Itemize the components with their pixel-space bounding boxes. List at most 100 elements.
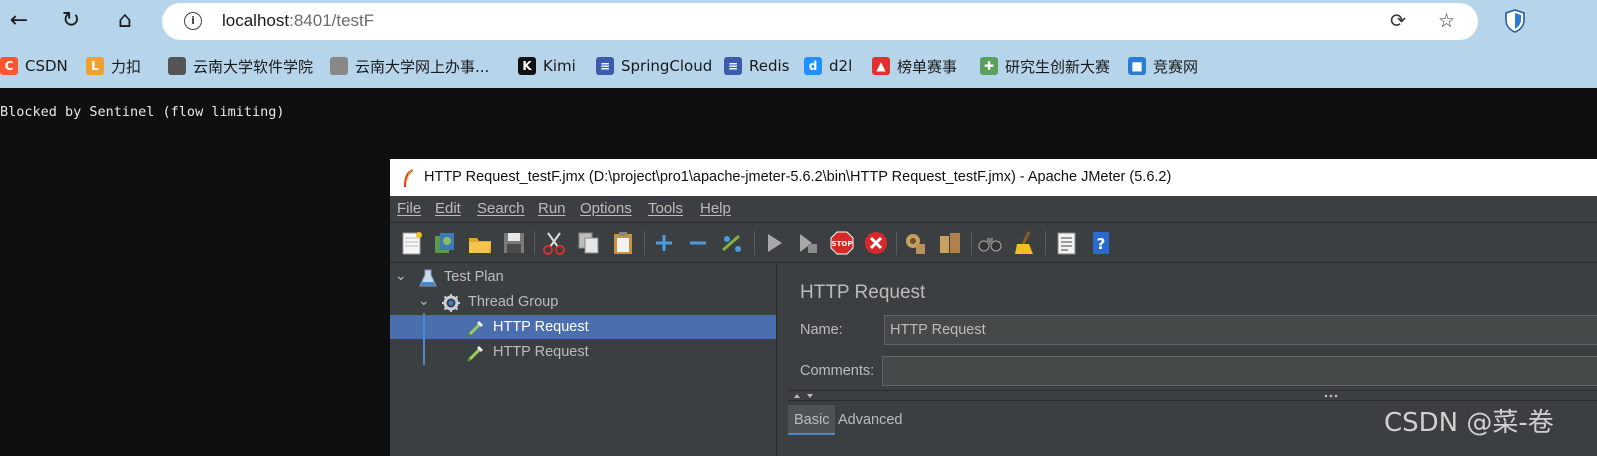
section-divider[interactable] bbox=[788, 390, 1597, 401]
back-arrow-icon[interactable]: ← bbox=[4, 6, 34, 36]
copy-icon[interactable] bbox=[576, 230, 602, 256]
url-text[interactable]: localhost:8401/testF bbox=[222, 11, 374, 31]
bookmark-label: 云南大学网上办事... bbox=[355, 57, 490, 76]
puzzle-icon: ✚ bbox=[980, 57, 998, 75]
tree-node-http-request[interactable]: HTTP Request bbox=[390, 340, 776, 364]
svg-text:?: ? bbox=[1097, 235, 1106, 253]
start-no-pauses-icon[interactable] bbox=[795, 230, 821, 256]
paste-icon[interactable] bbox=[610, 230, 636, 256]
new-plan-icon[interactable] bbox=[399, 230, 425, 256]
bookmark-label: 云南大学软件学院 bbox=[193, 57, 314, 76]
comments-field[interactable] bbox=[882, 356, 1597, 386]
drag-handle-icon[interactable] bbox=[1324, 394, 1338, 398]
window-title: HTTP Request_testF.jmx (D:\project\pro1\… bbox=[424, 169, 1172, 185]
panel-title: HTTP Request bbox=[800, 282, 926, 303]
cube-icon: ■ bbox=[1128, 57, 1146, 75]
name-label: Name: bbox=[800, 322, 843, 338]
function-helper-icon[interactable] bbox=[1053, 230, 1079, 256]
bookmark-label: SpringCloud bbox=[621, 57, 713, 75]
bookmark-item[interactable]: ▲ 榜单赛事 bbox=[872, 55, 957, 77]
remote-start-icon[interactable] bbox=[902, 230, 928, 256]
search-binoculars-icon[interactable] bbox=[977, 230, 1003, 256]
menu-search[interactable]: Search bbox=[477, 200, 525, 217]
pane-splitter[interactable] bbox=[776, 264, 777, 456]
remote-stop-icon[interactable] bbox=[937, 230, 963, 256]
collapse-arrows-icon[interactable] bbox=[792, 392, 818, 400]
tree-label: HTTP Request bbox=[493, 344, 589, 360]
sentinel-message: Blocked by Sentinel (flow limiting) bbox=[0, 104, 285, 120]
shutdown-icon[interactable] bbox=[863, 230, 889, 256]
bookmark-label: 力扣 bbox=[111, 57, 142, 76]
tab-advanced[interactable]: Advanced bbox=[832, 405, 909, 435]
doc-icon: ≡ bbox=[724, 57, 742, 75]
d2l-icon: d bbox=[804, 57, 822, 75]
bookmark-item[interactable]: ■ 竞赛网 bbox=[1128, 55, 1198, 77]
toolbar-separator bbox=[971, 231, 972, 255]
bookmark-item[interactable]: C CSDN bbox=[0, 55, 68, 77]
kimi-icon: K bbox=[518, 57, 536, 75]
site-info-icon[interactable]: i bbox=[184, 12, 202, 30]
menu-edit[interactable]: Edit bbox=[435, 200, 461, 217]
test-plan-tree: ⌄ Test Plan ⌄ Thread Group HTTP Request … bbox=[390, 264, 776, 456]
bookmark-label: Kimi bbox=[543, 57, 576, 75]
templates-icon[interactable] bbox=[432, 230, 458, 256]
pipette-sampler-icon bbox=[467, 345, 484, 362]
favorite-star-icon[interactable]: ☆ bbox=[1438, 10, 1455, 32]
clear-broom-icon[interactable] bbox=[1011, 230, 1037, 256]
start-icon[interactable] bbox=[761, 230, 787, 256]
menu-help[interactable]: Help bbox=[700, 200, 731, 217]
cut-icon[interactable] bbox=[541, 230, 567, 256]
tab-basic[interactable]: Basic bbox=[788, 405, 836, 435]
bookmark-item[interactable]: ≡ Redis bbox=[724, 55, 789, 77]
shield-extension-icon[interactable] bbox=[1504, 9, 1526, 33]
bookmark-item[interactable]: ✚ 研究生创新大赛 bbox=[980, 55, 1110, 77]
menu-options[interactable]: Options bbox=[580, 200, 632, 217]
bookmark-label: 研究生创新大赛 bbox=[1005, 57, 1111, 76]
collapse-all-icon[interactable] bbox=[685, 230, 711, 256]
toolbar-separator bbox=[1045, 231, 1046, 255]
browser-toolbar: ← ↻ ⌂ i localhost:8401/testF ⟳ ☆ C CSDN L 力… bbox=[0, 0, 1597, 88]
toolbar-separator bbox=[644, 231, 645, 255]
chevron-down-icon[interactable]: ⌄ bbox=[395, 267, 407, 284]
bookmark-item[interactable]: ≡ SpringCloud bbox=[596, 55, 712, 77]
menu-tools[interactable]: Tools bbox=[648, 200, 683, 217]
bookmark-item[interactable]: K Kimi bbox=[518, 55, 576, 77]
chevron-down-icon[interactable]: ⌄ bbox=[418, 292, 430, 309]
bookmark-item[interactable]: d d2l bbox=[804, 55, 852, 77]
open-folder-icon[interactable] bbox=[467, 230, 493, 256]
jmeter-feather-icon bbox=[404, 168, 413, 187]
leetcode-icon: L bbox=[86, 57, 104, 75]
menu-run[interactable]: Run bbox=[538, 200, 566, 217]
stop-icon[interactable]: STOP bbox=[829, 230, 855, 256]
menu-bar: File Edit Search Run Options Tools Help bbox=[390, 196, 1597, 223]
test-plan-flask-icon bbox=[419, 269, 437, 287]
pipette-sampler-icon bbox=[467, 320, 484, 337]
bookmark-item[interactable]: L 力扣 bbox=[86, 55, 141, 77]
window-title-bar[interactable]: HTTP Request_testF.jmx (D:\project\pro1\… bbox=[390, 159, 1597, 196]
toolbar-separator bbox=[754, 231, 755, 255]
bookmark-item[interactable]: 云南大学网上办事... bbox=[330, 55, 489, 77]
tree-node-http-request-selected[interactable]: HTTP Request bbox=[390, 315, 776, 339]
expand-all-icon[interactable] bbox=[651, 230, 677, 256]
help-icon[interactable]: ? bbox=[1088, 230, 1114, 256]
url-path: :8401/testF bbox=[289, 11, 375, 30]
save-icon[interactable] bbox=[501, 230, 527, 256]
name-field[interactable]: HTTP Request bbox=[884, 315, 1597, 345]
bookmark-item[interactable]: 云南大学软件学院 bbox=[168, 55, 313, 77]
page-icon bbox=[168, 57, 186, 75]
tree-indent-guide bbox=[423, 313, 425, 365]
tree-label: Test Plan bbox=[444, 269, 504, 285]
watermark: CSDN @菜-卷 bbox=[1384, 408, 1554, 438]
refresh-icon[interactable]: ↻ bbox=[56, 6, 86, 36]
menu-file[interactable]: File bbox=[397, 200, 421, 217]
bookmark-label: Redis bbox=[749, 57, 790, 75]
toggle-icon[interactable] bbox=[719, 230, 745, 256]
tree-node-thread-group[interactable]: ⌄ Thread Group bbox=[390, 290, 776, 314]
ranking-icon: ▲ bbox=[872, 57, 890, 75]
tree-node-test-plan[interactable]: ⌄ Test Plan bbox=[390, 265, 776, 289]
bookmark-label: CSDN bbox=[25, 57, 68, 75]
toolbar-separator bbox=[896, 231, 897, 255]
translate-icon[interactable]: ⟳ bbox=[1390, 10, 1406, 32]
address-bar[interactable]: i localhost:8401/testF ⟳ ☆ bbox=[162, 3, 1478, 40]
home-icon[interactable]: ⌂ bbox=[110, 6, 140, 36]
